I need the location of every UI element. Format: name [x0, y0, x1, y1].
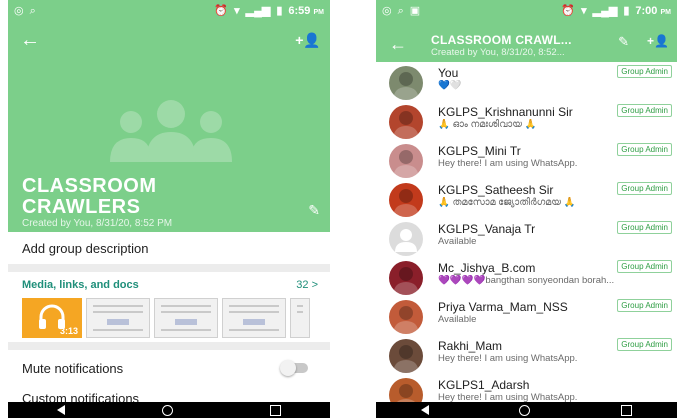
divider	[8, 342, 330, 350]
participants-list: You 💙🤍 Group Admin KGLPS_Krishnanunni Sir 🙏 …	[376, 62, 677, 413]
group-subtitle: Created by You, 8/31/20, 8:52...	[431, 47, 565, 58]
clock: 6:59 PM	[288, 5, 324, 17]
nav-recents-icon[interactable]	[270, 404, 282, 416]
wifi-icon: ▾	[234, 4, 240, 17]
group-admin-badge: Group Admin	[617, 338, 672, 351]
avatar[interactable]	[389, 183, 423, 217]
participant-row[interactable]: KGLPS_Mini Tr Hey there! I am using Whats…	[376, 140, 677, 179]
mute-notifications-row[interactable]: Mute notifications	[8, 350, 330, 386]
group-name: CLASSROOM CRAWLERS	[22, 175, 157, 218]
audio-duration: 3:13	[59, 326, 78, 336]
participant-row[interactable]: Mc_Jishya_B.com 💜💜💜💜bangthan sonyeondan b…	[376, 257, 677, 296]
participant-status: Hey there! I am using WhatsApp.	[438, 353, 578, 364]
clock: 7:00 PM	[635, 5, 671, 17]
avatar[interactable]	[389, 300, 423, 334]
participant-status: Available	[438, 236, 477, 247]
app-bar: ◎ ⌕ ▣ ⏰ ▾ ▂▄▆ ▮ 7:00 PM ← CLASSROOM CRAW…	[376, 0, 677, 62]
avatar[interactable]	[389, 105, 423, 139]
chat-notification-icon: ⌕	[397, 4, 404, 17]
add-description-row[interactable]: Add group description	[8, 232, 330, 265]
nav-back-icon[interactable]	[421, 405, 430, 415]
participant-name: Rakhi_Mam	[438, 339, 503, 353]
status-bar: ◎ ⌕ ▣ ⏰ ▾ ▂▄▆ ▮ 7:00 PM	[376, 0, 677, 22]
wifi-icon: ▾	[581, 4, 587, 17]
nav-back-icon[interactable]	[56, 405, 65, 415]
group-header: ◎ ⌕ ⏰ ▾ ▂▄▆ ▮ 6:59 PM ← +👤 CLASSROOM CRA…	[8, 0, 330, 232]
document-thumbnail[interactable]	[86, 298, 150, 338]
participant-row[interactable]: KGLPS_Krishnanunni Sir 🙏 ഓം നമഃശിവായ 🙏 Gro…	[376, 101, 677, 140]
group-placeholder-icon	[110, 100, 232, 162]
group-admin-badge: Group Admin	[617, 182, 672, 195]
system-nav-bar	[8, 402, 330, 418]
participant-name: KGLPS1_Adarsh	[438, 378, 530, 392]
avatar[interactable]	[389, 222, 423, 256]
add-participant-icon[interactable]: +👤	[294, 26, 322, 54]
group-title: CLASSROOM CRAWL...	[431, 33, 572, 47]
edit-pencil-icon[interactable]: ✎	[308, 202, 320, 219]
status-bar: ◎ ⌕ ⏰ ▾ ▂▄▆ ▮ 6:59 PM	[8, 0, 330, 22]
group-admin-badge: Group Admin	[617, 299, 672, 312]
battery-icon: ▮	[623, 4, 630, 17]
group-admin-badge: Group Admin	[617, 143, 672, 156]
avatar[interactable]	[389, 144, 423, 178]
back-arrow-icon[interactable]: ←	[384, 30, 412, 58]
back-arrow-icon[interactable]: ←	[16, 26, 44, 54]
avatar[interactable]	[389, 339, 423, 373]
divider	[8, 264, 330, 272]
nav-home-icon[interactable]	[519, 404, 531, 416]
avatar[interactable]	[389, 66, 423, 100]
participant-status: 💙🤍	[438, 80, 462, 91]
participant-row[interactable]: You 💙🤍 Group Admin	[376, 62, 677, 101]
signal-icon: ▂▄▆	[245, 4, 271, 17]
audio-thumbnail[interactable]: 3:13	[22, 298, 82, 338]
participant-name: KGLPS_Krishnanunni Sir	[438, 105, 573, 119]
participant-name: Mc_Jishya_B.com	[438, 261, 536, 275]
participant-row[interactable]: Rakhi_Mam Hey there! I am using WhatsApp.…	[376, 335, 677, 374]
document-thumbnail[interactable]	[290, 298, 310, 338]
participant-status: Available	[438, 314, 477, 325]
whatsapp-notification-icon: ◎	[14, 4, 24, 17]
group-admin-badge: Group Admin	[617, 260, 672, 273]
group-admin-badge: Group Admin	[617, 104, 672, 117]
alarm-icon: ⏰	[214, 4, 229, 17]
participant-name: Priya Varma_Mam_NSS	[438, 300, 568, 314]
participant-name: KGLPS_Mini Tr	[438, 144, 521, 158]
participant-name: KGLPS_Satheesh Sir	[438, 183, 554, 197]
participant-row[interactable]: KGLPS_Vanaja Tr Available Group Admin	[376, 218, 677, 257]
gallery-notification-icon: ▣	[409, 4, 421, 17]
nav-home-icon[interactable]	[161, 404, 173, 416]
add-description-label: Add group description	[22, 241, 149, 256]
chat-notification-icon: ⌕	[29, 4, 36, 17]
participants-screen: ◎ ⌕ ▣ ⏰ ▾ ▂▄▆ ▮ 7:00 PM ← CLASSROOM CRAW…	[376, 0, 677, 418]
signal-icon: ▂▄▆	[592, 4, 618, 17]
system-nav-bar	[376, 402, 677, 418]
mute-notifications-label: Mute notifications	[22, 361, 124, 376]
edit-pencil-icon[interactable]: ✎	[618, 34, 629, 50]
media-section[interactable]: Media, links, and docs 32 > 3:13	[8, 272, 330, 350]
avatar[interactable]	[389, 261, 423, 295]
participant-status: 🙏 തമസോമ ജ്യോതിർഗമയ 🙏	[438, 197, 576, 208]
group-admin-badge: Group Admin	[617, 65, 672, 78]
participant-name: KGLPS_Vanaja Tr	[438, 222, 536, 236]
mute-toggle[interactable]	[280, 360, 308, 376]
participant-row[interactable]: Priya Varma_Mam_NSS Available Group Admin	[376, 296, 677, 335]
participant-row[interactable]: KGLPS_Satheesh Sir 🙏 തമസോമ ജ്യോതിർഗമയ 🙏 Gr…	[376, 179, 677, 218]
media-title: Media, links, and docs	[22, 279, 139, 291]
media-count[interactable]: 32 >	[296, 279, 318, 291]
battery-icon: ▮	[276, 4, 283, 17]
participant-status: 💜💜💜💜bangthan sonyeondan borah...	[438, 275, 615, 286]
whatsapp-notification-icon: ◎	[382, 4, 392, 17]
add-participant-icon[interactable]: +👤	[647, 34, 669, 48]
group-created-info: Created by You, 8/31/20, 8:52 PM	[22, 218, 173, 229]
nav-recents-icon[interactable]	[620, 404, 632, 416]
participant-status: Hey there! I am using WhatsApp.	[438, 158, 578, 169]
group-info-screen: ◎ ⌕ ⏰ ▾ ▂▄▆ ▮ 6:59 PM ← +👤 CLASSROOM CRA…	[8, 0, 330, 418]
media-thumbnails: 3:13	[22, 298, 310, 338]
participant-status: 🙏 ഓം നമഃശിവായ 🙏	[438, 119, 537, 130]
document-thumbnail[interactable]	[222, 298, 286, 338]
alarm-icon: ⏰	[561, 4, 576, 17]
group-admin-badge: Group Admin	[617, 221, 672, 234]
participant-name: You	[438, 66, 459, 80]
document-thumbnail[interactable]	[154, 298, 218, 338]
